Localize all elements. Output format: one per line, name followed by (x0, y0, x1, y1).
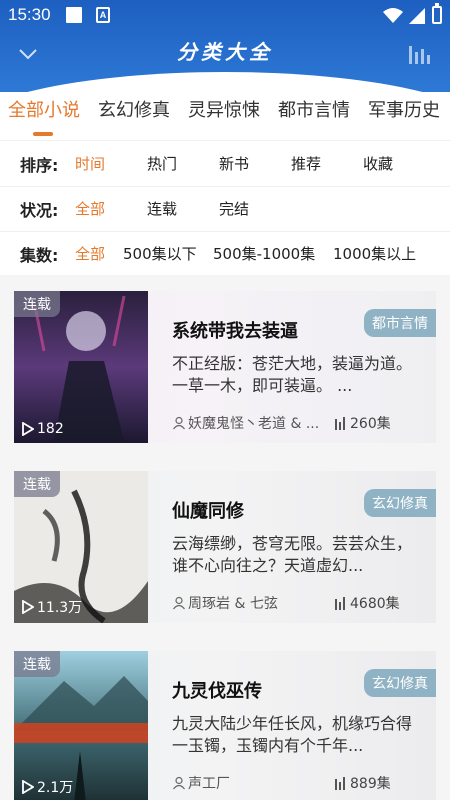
episodes-option-under-500[interactable]: 500集以下 (123, 243, 197, 264)
book-author: 声工厂 (172, 773, 230, 793)
chart-icon[interactable] (408, 44, 430, 64)
status-bar: 15:30 A (0, 0, 450, 32)
status-option-finished[interactable]: 完结 (219, 198, 249, 219)
person-icon (173, 416, 185, 430)
tab-all-novels[interactable]: 全部小说 (8, 96, 80, 122)
tab-junshi[interactable]: 军事历史 (368, 96, 440, 122)
episode-value: 4680集 (350, 596, 400, 612)
book-card[interactable]: 连载 2.1万 九灵伐巫传 玄幻修真 九灵大陆少年任长风，机缘巧合得一玉镯，玉镯… (14, 651, 436, 800)
book-cover: 连载 2.1万 (14, 651, 148, 800)
genre-tag: 玄幻修真 (364, 669, 436, 697)
filter-row-status: 状况: 全部 连载 完结 (0, 187, 450, 231)
category-tabs: 全部小说 玄幻修真 灵异惊悚 都市言情 军事历史 (0, 92, 450, 140)
episode-value: 889集 (350, 776, 391, 792)
book-description: 九灵大陆少年任长风，机缘巧合得一玉镯，玉镯内有个千年... (172, 714, 413, 755)
views-value: 2.1万 (37, 780, 74, 796)
status-badge: 连载 (14, 291, 60, 317)
tab-indicator (33, 132, 53, 136)
bars-icon (335, 417, 345, 430)
status-badge: 连载 (14, 471, 60, 497)
play-icon (22, 422, 34, 436)
book-title[interactable]: 系统带我去装逼 (172, 317, 298, 343)
genre-tag: 都市言情 (364, 309, 436, 337)
book-cover: 连载 11.3万 (14, 471, 148, 623)
episode-count: 260集 (334, 413, 391, 433)
episode-count: 4680集 (334, 593, 400, 613)
book-author: 周琢岩 & 七弦 (172, 593, 278, 613)
divider (0, 140, 450, 141)
wifi-icon (383, 8, 403, 23)
views-count: 11.3万 (22, 597, 82, 617)
sort-option-time[interactable]: 时间 (75, 153, 105, 174)
genre-tag: 玄幻修真 (364, 489, 436, 517)
book-card[interactable]: 连载 182 系统带我去装逼 都市言情 不正经版：苍茫大地，装逼为道。一草一木，… (14, 291, 436, 443)
filter-row-sort: 排序: 时间 热门 新书 推荐 收藏 (0, 142, 450, 186)
bars-icon (335, 777, 345, 790)
sort-option-hot[interactable]: 热门 (147, 153, 177, 174)
sort-option-new[interactable]: 新书 (219, 153, 249, 174)
views-count: 2.1万 (22, 777, 73, 797)
status-option-serializing[interactable]: 连载 (147, 198, 177, 219)
episodes-option-500-1000[interactable]: 500集-1000集 (213, 243, 315, 264)
tab-lingyi[interactable]: 灵异惊悚 (188, 96, 260, 122)
filter-label-sort: 排序: (20, 156, 59, 175)
notification-a-icon: A (96, 7, 110, 23)
book-title[interactable]: 仙魔同修 (172, 497, 244, 523)
status-badge: 连载 (14, 651, 60, 677)
author-name: 妖魔鬼怪丶老道 & ... (188, 416, 320, 432)
notification-square-icon (66, 7, 82, 23)
filter-label-status: 状况: (20, 201, 59, 220)
play-icon (22, 600, 34, 614)
author-name: 声工厂 (188, 776, 230, 792)
bars-icon (335, 597, 345, 610)
views-value: 182 (37, 421, 64, 437)
play-icon (22, 780, 34, 794)
sort-option-favorite[interactable]: 收藏 (363, 153, 393, 174)
episode-count: 889集 (334, 773, 391, 793)
tab-dushi[interactable]: 都市言情 (278, 96, 350, 122)
book-title[interactable]: 九灵伐巫传 (172, 677, 262, 703)
filter-row-episodes: 集数: 全部 500集以下 500集-1000集 1000集以上 (0, 232, 450, 276)
signal-icon (409, 8, 425, 24)
battery-icon (432, 3, 442, 24)
app-header: 15:30 A 分类大全 (0, 0, 450, 92)
book-description: 不正经版：苍茫大地，装逼为道。一草一木，即可装逼。 ... (172, 354, 413, 395)
episode-value: 260集 (350, 416, 391, 432)
book-cover: 连载 182 (14, 291, 148, 443)
tab-xuanhuan[interactable]: 玄幻修真 (98, 96, 170, 122)
author-name: 周琢岩 & 七弦 (188, 596, 278, 612)
sort-option-recommend[interactable]: 推荐 (291, 153, 321, 174)
episodes-option-all[interactable]: 全部 (75, 243, 105, 264)
book-author: 妖魔鬼怪丶老道 & ... (172, 413, 319, 433)
person-icon (173, 596, 185, 610)
views-count: 182 (22, 421, 64, 437)
person-icon (173, 776, 185, 790)
page-title: 分类大全 (177, 40, 273, 64)
status-option-all[interactable]: 全部 (75, 198, 105, 219)
book-card[interactable]: 连载 11.3万 仙魔同修 玄幻修真 云海缥缈，苍穹无限。芸芸众生，谁不心向往之… (14, 471, 436, 623)
book-description: 云海缥缈，苍穹无限。芸芸众生，谁不心向往之？天道虚幻... (172, 534, 413, 575)
filter-label-episodes: 集数: (20, 246, 59, 265)
views-value: 11.3万 (37, 600, 83, 616)
status-time: 15:30 (8, 5, 51, 24)
episodes-option-over-1000[interactable]: 1000集以上 (333, 243, 416, 264)
